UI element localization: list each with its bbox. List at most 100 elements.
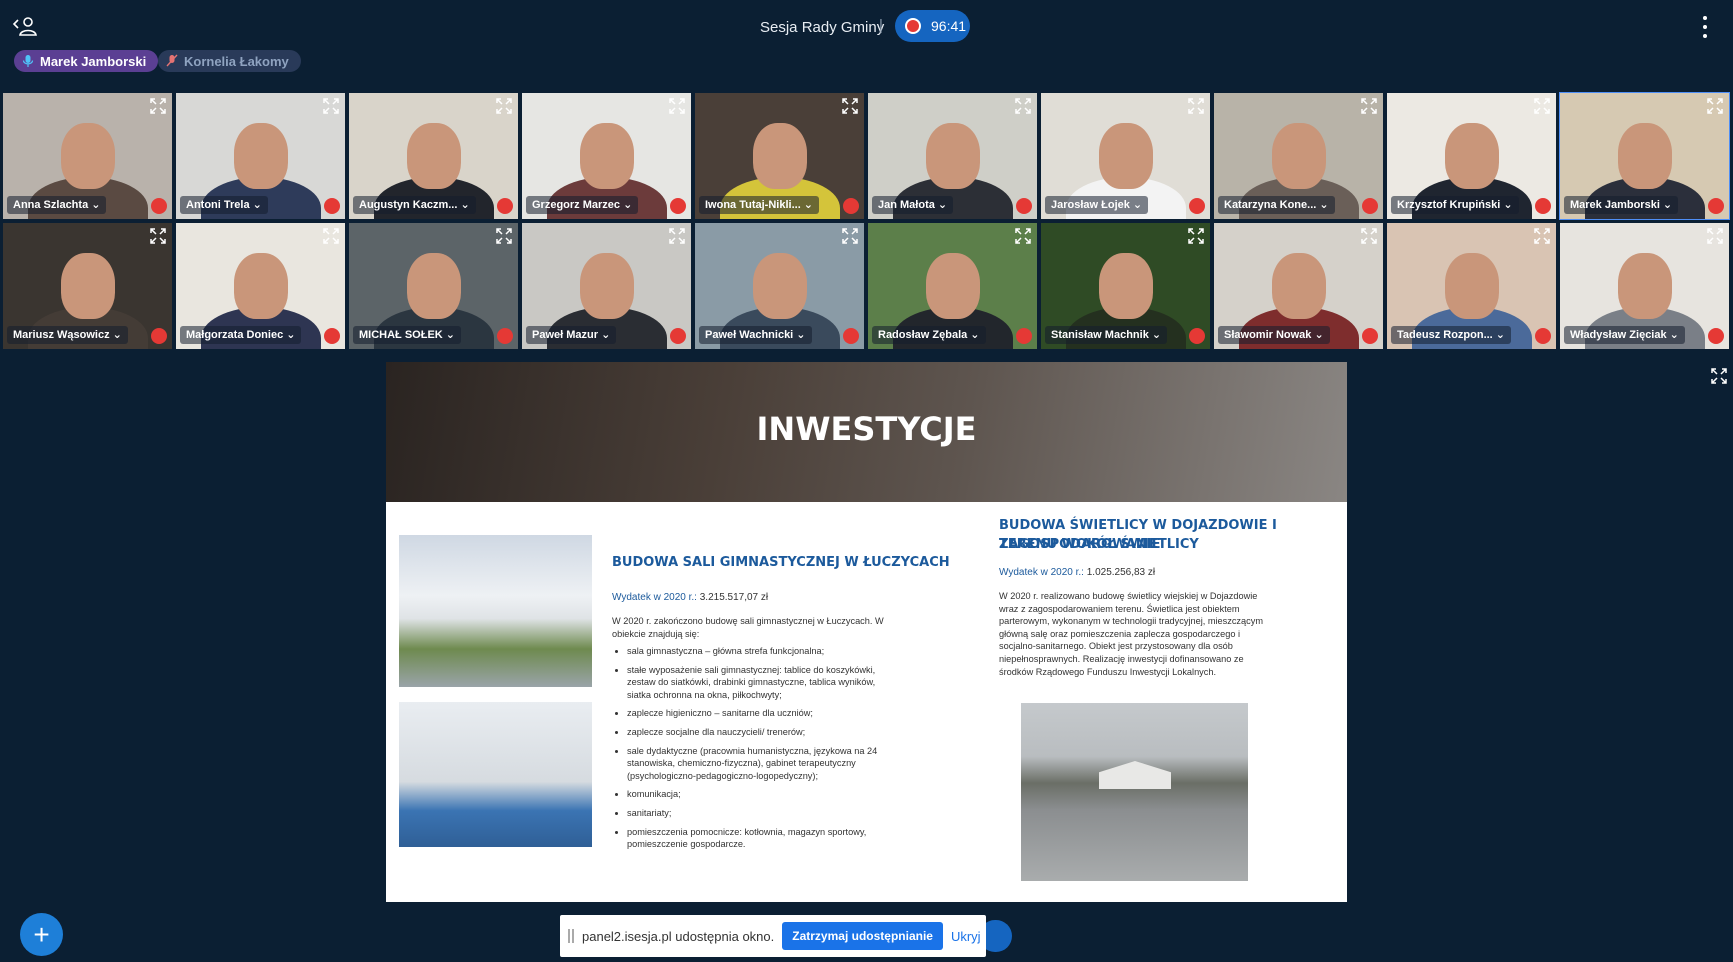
bullet-item: sale dydaktyczne (pracownia humanistyczn…: [627, 745, 879, 783]
participant-tile[interactable]: Stanisław Machnik ⌄: [1040, 222, 1211, 350]
expand-icon[interactable]: [323, 98, 339, 114]
expand-icon[interactable]: [150, 228, 166, 244]
participant-head: [752, 253, 807, 319]
participant-tile[interactable]: Paweł Wachnicki ⌄: [694, 222, 865, 350]
top-bar: Sesja Rady Gminy | 96:41 Marek Jamborski…: [0, 0, 1733, 84]
participant-head: [1444, 253, 1499, 319]
participant-name[interactable]: Marek Jamborski ⌄: [1564, 196, 1679, 214]
participant-name[interactable]: Anna Szlachta ⌄: [7, 196, 107, 214]
participant-tile[interactable]: Katarzyna Kone... ⌄: [1213, 92, 1384, 220]
participant-tile[interactable]: Radosław Zębala ⌄: [867, 222, 1038, 350]
participant-name[interactable]: Jarosław Łojek ⌄: [1045, 196, 1149, 214]
expand-icon[interactable]: [1707, 98, 1723, 114]
expand-icon[interactable]: [1361, 98, 1377, 114]
hide-link[interactable]: Ukryj: [951, 929, 981, 944]
expand-icon[interactable]: [1534, 98, 1550, 114]
mic-muted-icon: [1189, 328, 1205, 344]
participant-tile[interactable]: MICHAŁ SOŁEK ⌄: [348, 222, 519, 350]
expand-icon[interactable]: [1707, 228, 1723, 244]
participant-name[interactable]: Stanisław Machnik ⌄: [1045, 326, 1168, 344]
fullscreen-icon[interactable]: [1711, 368, 1727, 384]
bullet-item: zaplecze socjalne dla nauczycieli/ trene…: [627, 726, 879, 739]
expand-icon[interactable]: [496, 228, 512, 244]
recording-timer[interactable]: 96:41: [895, 10, 970, 42]
participant-tile[interactable]: Marek Jamborski ⌄: [1559, 92, 1730, 220]
add-button[interactable]: +: [20, 913, 63, 956]
participants-icon[interactable]: [12, 14, 38, 38]
expense-value: 1.025.256,83 zł: [1086, 567, 1156, 578]
mic-muted-icon: [1016, 328, 1032, 344]
participant-name[interactable]: Jan Małota ⌄: [872, 196, 954, 214]
participant-name[interactable]: Katarzyna Kone... ⌄: [1218, 196, 1335, 214]
participant-tile[interactable]: Antoni Trela ⌄: [175, 92, 346, 220]
speaker-name: Marek Jamborski: [40, 53, 147, 69]
participant-name[interactable]: Krzysztof Krupiński ⌄: [1391, 196, 1519, 214]
participant-name[interactable]: Iwona Tutaj-Nikli... ⌄: [699, 196, 820, 214]
participant-name[interactable]: Władysław Zięciak ⌄: [1564, 326, 1685, 344]
participant-name[interactable]: Małgorzata Doniec ⌄: [180, 326, 302, 344]
expand-icon[interactable]: [1534, 228, 1550, 244]
expand-icon[interactable]: [1361, 228, 1377, 244]
section1-bullets: sala gimnastyczna – główna strefa funkcj…: [609, 645, 879, 857]
participant-name[interactable]: Radosław Zębala ⌄: [872, 326, 986, 344]
participant-tile[interactable]: Paweł Mazur ⌄: [521, 222, 692, 350]
participant-name[interactable]: Antoni Trela ⌄: [180, 196, 268, 214]
expense-label: Wydatek w 2020 r.:: [612, 592, 697, 603]
participant-tile[interactable]: Augustyn Kaczm... ⌄: [348, 92, 519, 220]
stop-sharing-button[interactable]: Zatrzymaj udostępnianie: [782, 922, 943, 950]
participant-name[interactable]: Tadeusz Rozpon... ⌄: [1391, 326, 1512, 344]
participant-tile[interactable]: Mariusz Wąsowicz ⌄: [2, 222, 173, 350]
expand-icon[interactable]: [496, 98, 512, 114]
participant-tile[interactable]: Tadeusz Rozpon... ⌄: [1386, 222, 1557, 350]
expand-icon[interactable]: [1015, 98, 1031, 114]
title-separator: |: [879, 17, 883, 34]
expand-icon[interactable]: [323, 228, 339, 244]
expand-icon[interactable]: [842, 98, 858, 114]
participant-tile[interactable]: Grzegorz Marzec ⌄: [521, 92, 692, 220]
participant-head: [1098, 253, 1153, 319]
mic-muted-icon: [151, 198, 167, 214]
participant-name[interactable]: Sławomir Nowak ⌄: [1218, 326, 1330, 344]
mic-muted-icon: [1362, 328, 1378, 344]
bullet-item: sanitariaty;: [627, 807, 879, 820]
expand-icon[interactable]: [1188, 228, 1204, 244]
participant-name[interactable]: Augustyn Kaczm... ⌄: [353, 196, 476, 214]
participant-head: [1271, 123, 1326, 189]
participant-tile[interactable]: Krzysztof Krupiński ⌄: [1386, 92, 1557, 220]
expand-icon[interactable]: [150, 98, 166, 114]
participant-head: [1271, 253, 1326, 319]
participant-tile[interactable]: Małgorzata Doniec ⌄: [175, 222, 346, 350]
participant-name[interactable]: Mariusz Wąsowicz ⌄: [7, 326, 128, 344]
section2-text: W 2020 r. realizowano budowę świetlicy w…: [999, 591, 1263, 677]
participant-name[interactable]: Paweł Wachnicki ⌄: [699, 326, 812, 344]
mic-muted-icon: [843, 328, 859, 344]
mic-muted-icon: [1362, 198, 1378, 214]
participant-tile[interactable]: Iwona Tutaj-Nikli... ⌄: [694, 92, 865, 220]
expand-icon[interactable]: [669, 98, 685, 114]
mic-muted-icon: [166, 54, 178, 67]
participant-head: [752, 123, 807, 189]
participant-name[interactable]: Paweł Mazur ⌄: [526, 326, 617, 344]
section1-title: BUDOWA SALI GIMNASTYCZNEJ W ŁUCZYCACH: [612, 555, 950, 570]
record-icon: [905, 18, 921, 34]
muted-speaker-pill[interactable]: Kornelia Łakomy: [158, 50, 301, 72]
participant-tile[interactable]: Jarosław Łojek ⌄: [1040, 92, 1211, 220]
participant-tile[interactable]: Jan Małota ⌄: [867, 92, 1038, 220]
active-speaker-pill[interactable]: Marek Jamborski: [14, 50, 159, 72]
bullet-item: zaplecze higieniczno – sanitarne dla ucz…: [627, 707, 879, 720]
more-menu-icon[interactable]: [1700, 16, 1710, 38]
participant-name[interactable]: MICHAŁ SOŁEK ⌄: [353, 326, 461, 344]
expense-label: Wydatek w 2020 r.:: [999, 567, 1084, 578]
expand-icon[interactable]: [669, 228, 685, 244]
participant-head: [406, 123, 461, 189]
participant-tile[interactable]: Władysław Zięciak ⌄: [1559, 222, 1730, 350]
participant-tile[interactable]: Anna Szlachta ⌄: [2, 92, 173, 220]
mic-muted-icon: [324, 198, 340, 214]
participant-tile[interactable]: Sławomir Nowak ⌄: [1213, 222, 1384, 350]
participant-name[interactable]: Grzegorz Marzec ⌄: [526, 196, 639, 214]
expand-icon[interactable]: [1188, 98, 1204, 114]
expand-icon[interactable]: [842, 228, 858, 244]
drag-grip-icon[interactable]: [568, 929, 574, 943]
mic-muted-icon: [1189, 198, 1205, 214]
expand-icon[interactable]: [1015, 228, 1031, 244]
